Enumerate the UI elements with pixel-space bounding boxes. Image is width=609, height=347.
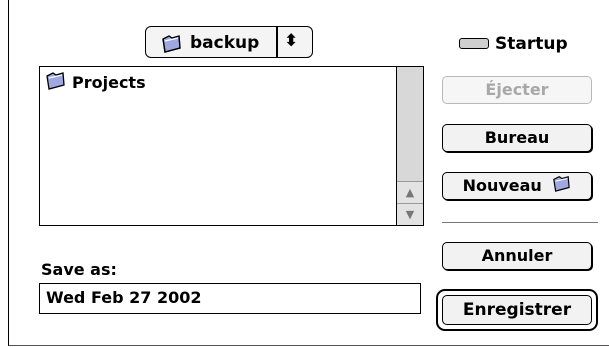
save-dialog: backup ⬍ Startup Projects ▲ ▼ Éjecter Bu… xyxy=(8,0,609,346)
list-item-label: Projects xyxy=(72,72,146,92)
folder-icon xyxy=(551,174,571,199)
scroll-down-arrow-icon[interactable]: ▼ xyxy=(397,203,423,225)
new-folder-label: Nouveau xyxy=(462,176,542,195)
vertical-scrollbar[interactable]: ▲ ▼ xyxy=(396,67,423,225)
folder-icon xyxy=(44,70,66,94)
save-as-label: Save as: xyxy=(41,260,117,279)
file-list[interactable]: Projects ▲ ▼ xyxy=(39,66,424,226)
disk-icon xyxy=(459,38,489,49)
list-item[interactable]: Projects xyxy=(44,71,146,93)
folder-popup[interactable]: backup ⬍ xyxy=(145,26,313,58)
popup-arrows-icon: ⬍ xyxy=(284,31,299,51)
scroll-up-arrow-icon[interactable]: ▲ xyxy=(397,181,423,203)
cancel-button[interactable]: Annuler xyxy=(442,242,592,270)
eject-button[interactable]: Éjecter xyxy=(442,76,592,104)
filename-field[interactable]: Wed Feb 27 2002 xyxy=(39,283,421,314)
folder-popup-label: backup xyxy=(190,33,260,53)
folder-icon xyxy=(160,33,182,57)
save-button[interactable]: Enregistrer xyxy=(436,289,598,331)
disk-label: Startup xyxy=(495,34,568,54)
popup-separator xyxy=(276,27,278,57)
new-folder-button[interactable]: Nouveau xyxy=(442,172,592,200)
save-button-label: Enregistrer xyxy=(442,295,592,325)
divider xyxy=(442,222,598,223)
desktop-button[interactable]: Bureau xyxy=(442,124,592,152)
